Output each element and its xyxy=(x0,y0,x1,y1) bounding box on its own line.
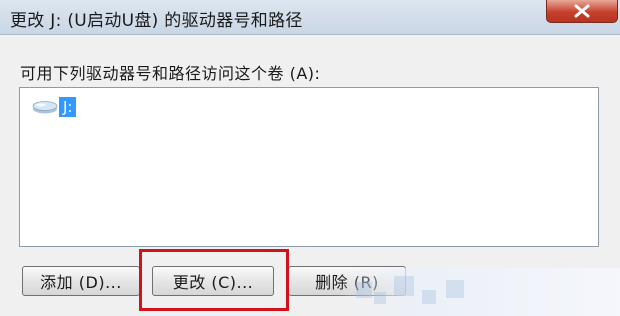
close-icon xyxy=(574,4,590,18)
change-button[interactable]: 更改 (C)... xyxy=(152,266,274,296)
volume-access-prompt: 可用下列驱动器号和路径访问这个卷 (A): xyxy=(20,64,321,83)
close-button[interactable] xyxy=(546,0,618,23)
watermark xyxy=(336,268,620,316)
title-bar: 更改 J: (U启动U盘) 的驱动器号和路径 xyxy=(0,0,620,35)
drive-icon xyxy=(32,101,58,114)
drive-path-listbox[interactable]: J: xyxy=(19,87,599,247)
window-title: 更改 J: (U启动U盘) 的驱动器号和路径 xyxy=(10,11,303,31)
list-item[interactable]: J: xyxy=(32,96,77,118)
drive-letter-label: J: xyxy=(59,97,77,117)
add-button[interactable]: 添加 (D)... xyxy=(22,266,140,296)
